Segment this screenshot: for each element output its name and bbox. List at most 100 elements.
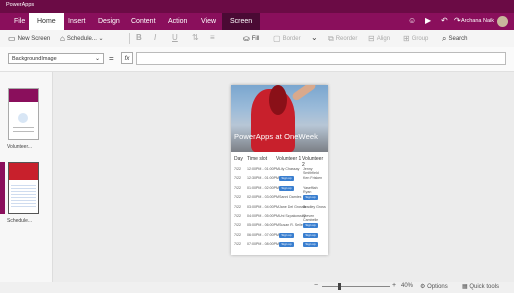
options-button[interactable]: ⚙ Options (420, 283, 448, 290)
ribbon-tabs: File Home Insert Design Content Action V… (0, 13, 514, 30)
border-label: Border (282, 36, 301, 42)
day-cell: 7/22 (234, 204, 241, 209)
quick-tools-label: Quick tools (469, 284, 500, 290)
font-size-icon[interactable]: ⇅ (192, 33, 199, 42)
formula-input[interactable] (136, 52, 506, 65)
tab-view[interactable]: View (193, 13, 224, 30)
volunteer-1-cell: Sanni Damles (279, 195, 302, 200)
tab-home[interactable]: Home (29, 13, 64, 30)
align-button[interactable]: ⊟ Align (368, 34, 390, 43)
quick-tools-button[interactable]: ▦ Quick tools (462, 283, 499, 290)
chevron-down-icon: ⌄ (98, 36, 104, 42)
tab-action[interactable]: Action (160, 13, 195, 30)
property-dropdown[interactable]: BackgroundImage ⌄ (8, 53, 104, 64)
options-icon: ⚙ (420, 284, 426, 290)
sign-up-button[interactable]: Sign up (279, 185, 294, 191)
time-slot-cell: 01:00PM - 02:00PM (247, 185, 279, 190)
divider (129, 33, 130, 44)
time-slot-cell: 03:00PM - 04:00PM (247, 204, 279, 209)
align-text-icon[interactable]: ≡ (210, 33, 215, 42)
layout-label: Schedule... (66, 36, 97, 42)
volunteer-2-cell: Jenny Smithfield (303, 167, 319, 175)
fill-label: Fill (251, 36, 260, 42)
property-value: BackgroundImage (12, 56, 57, 62)
align-icon: ⊟ (368, 34, 375, 43)
hero-image[interactable]: PowerApps at OneWeek (231, 85, 328, 152)
undo-icon[interactable]: ↶ (441, 16, 448, 25)
chevron-down-icon[interactable]: ⌄ (311, 33, 318, 42)
zoom-level: 40% (401, 283, 414, 289)
volunteer-2-cell: Ken Frisken (303, 176, 323, 181)
day-cell: 7/22 (234, 214, 241, 218)
redo-icon[interactable]: ↷ (454, 16, 461, 25)
zoom-slider[interactable] (322, 286, 390, 287)
volunteer-1-cell: Uni Szpakowsky (279, 214, 306, 218)
thumbnail-hero (9, 163, 38, 180)
italic-button[interactable]: I (154, 33, 156, 42)
zoom-in-icon[interactable]: + (392, 282, 396, 289)
screen-thumbnail-volunteer[interactable] (8, 88, 39, 140)
thumbnail-header (9, 89, 38, 102)
volunteer-2-cell: Steven Cambelle (303, 214, 319, 222)
zoom-out-icon[interactable]: − (314, 282, 318, 289)
tag-icon: ⌂ (60, 34, 65, 43)
search-button[interactable]: ⌕ Search (442, 34, 468, 44)
day-cell: 7/22 (234, 176, 241, 181)
new-screen-label: New Screen (17, 36, 51, 42)
volunteer-1-cell: Susan R. Seiler (279, 223, 304, 228)
bold-button[interactable]: B (136, 33, 142, 42)
border-button[interactable]: ▢ Border (273, 34, 301, 43)
sign-up-button[interactable]: Sign up (279, 242, 294, 248)
time-slot-cell: 12:00PM - 01:00PM (247, 167, 279, 171)
sign-up-button[interactable]: Sign up (279, 232, 294, 238)
user-name[interactable]: Archana Naik (461, 18, 494, 24)
avatar[interactable] (497, 16, 508, 27)
fx-button[interactable]: fx (121, 52, 133, 64)
day-cell: 7/22 (234, 195, 241, 200)
screen-label: Volunteer... (7, 144, 33, 150)
screen-label: Schedule... (7, 218, 33, 224)
day-cell: 7/22 (234, 185, 241, 190)
table-row: 7/22 06:00PM - 07:00PM Sign up Sign up (234, 232, 326, 241)
search-icon: ⌕ (442, 34, 447, 43)
group-button[interactable]: ⊞ Group (403, 34, 428, 43)
column-header: Day (234, 156, 243, 162)
new-screen-button[interactable]: ▭ New Screen (8, 34, 50, 43)
border-icon: ▢ (273, 34, 281, 43)
equals-sign: = (109, 54, 114, 63)
zoom-slider-handle[interactable] (338, 283, 341, 290)
sign-up-button[interactable]: Sign up (279, 176, 294, 182)
volunteer-2-cell: Yaseffiah Ryan (303, 185, 318, 194)
play-icon[interactable]: ▶ (425, 16, 431, 25)
schedule-table-header: Day Time slot Volunteer 1 Volunteer 2 (234, 156, 326, 168)
hero-figure-head (269, 85, 287, 115)
sign-up-button[interactable]: Sign up (303, 242, 318, 248)
smiley-icon[interactable]: ☺ (408, 16, 416, 25)
window-title: PowerApps (6, 2, 35, 8)
sign-up-button[interactable]: Sign up (303, 195, 318, 201)
layout-dropdown[interactable]: ⌂ Schedule... ⌄ (60, 34, 104, 43)
day-cell: 7/22 (234, 223, 241, 228)
table-row: 7/22 02:00PM - 03:00PM Sanni Damles Sign up (234, 195, 326, 203)
sign-up-button[interactable]: Sign up (303, 223, 318, 229)
time-slot-cell: 12:30PM - 01:00PM (247, 176, 279, 181)
tab-screen[interactable]: Screen (222, 13, 261, 30)
column-header: Time slot (247, 156, 268, 162)
status-bar: − + 40% ⚙ Options ▦ Quick tools (0, 282, 514, 293)
tab-content[interactable]: Content (123, 13, 164, 30)
reorder-label: Reorder (335, 36, 358, 42)
day-cell: 7/22 (234, 242, 241, 247)
app-screen[interactable]: PowerApps at OneWeek Day Time slot Volun… (231, 85, 328, 255)
tab-insert[interactable]: Insert (60, 13, 94, 30)
fill-button[interactable]: ⛀ Fill (243, 34, 259, 43)
table-row: 7/22 01:00PM - 02:00PM Sign up Yaseffiah Ry… (234, 185, 326, 194)
reorder-button[interactable]: ⧉ Reorder (328, 34, 357, 44)
title-bar: PowerApps (0, 0, 514, 13)
sign-up-button[interactable]: Sign up (303, 232, 318, 238)
screen-thumbnail-schedule[interactable] (8, 162, 39, 214)
volunteer-1-cell: Lily Chassay (279, 167, 300, 171)
underline-button[interactable]: U (172, 33, 178, 42)
table-row: 7/22 07:00PM - 08:00PM Sign up Sign up (234, 242, 326, 250)
ribbon-toolbar: ▭ New Screen ⌂ Schedule... ⌄ B I U ⇅ ≡ ⛀ Fi… (0, 30, 514, 48)
group-icon: ⊞ (403, 34, 410, 43)
